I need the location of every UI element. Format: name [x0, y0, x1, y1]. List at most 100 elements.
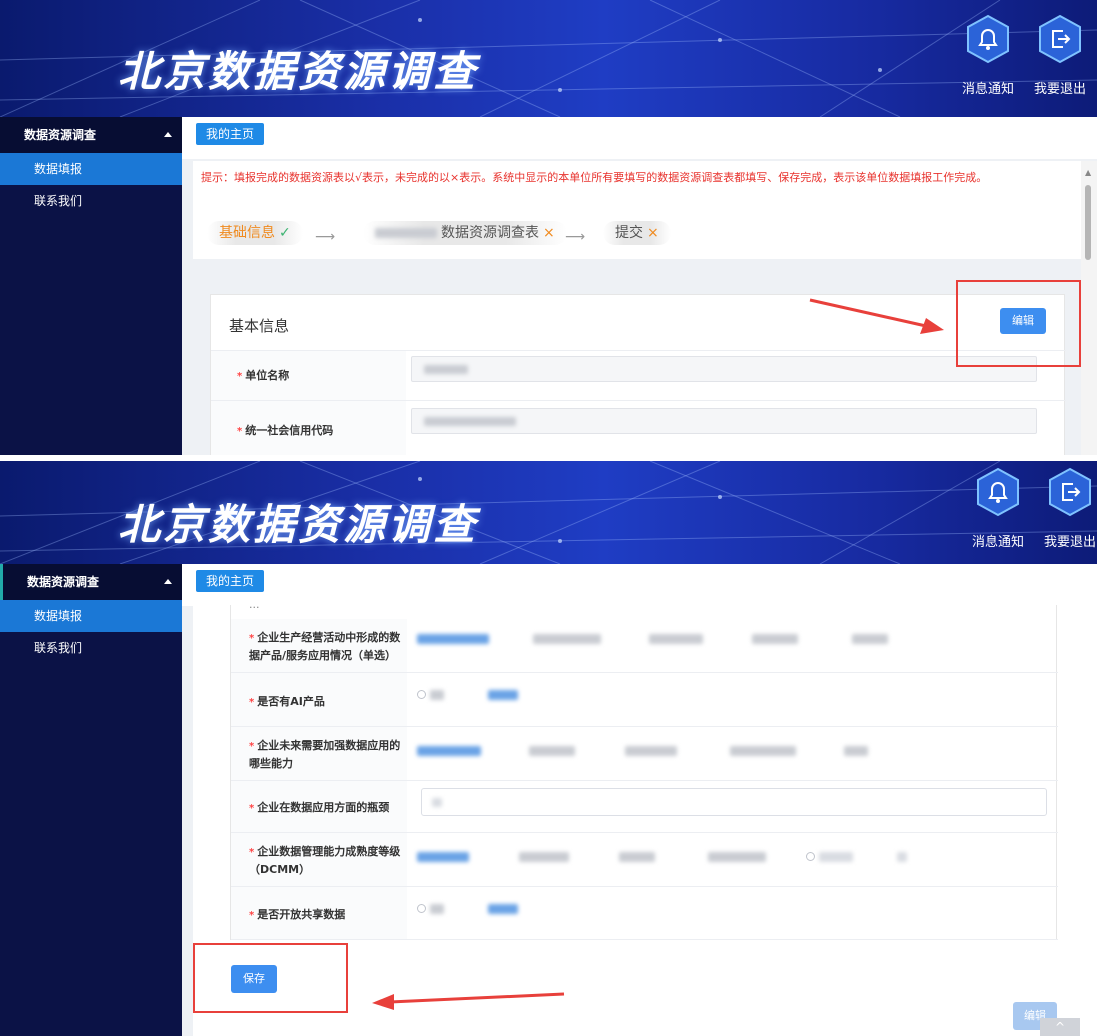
form-row-ai-product: * 是否有AI产品 — [231, 673, 1058, 727]
step-basic-info-label: 基础信息 — [219, 225, 275, 241]
open-share-options[interactable] — [417, 901, 518, 915]
redacted-text — [375, 228, 437, 238]
step-survey-table[interactable]: 数据资源调查表 × — [363, 221, 567, 245]
truncated-text: ··· — [249, 601, 260, 614]
redacted-option[interactable] — [897, 851, 908, 862]
required-mark: * — [249, 910, 255, 921]
redacted-option[interactable] — [624, 745, 677, 756]
redacted-option[interactable] — [532, 633, 601, 644]
sidebar-item-contact[interactable]: 联系我们 — [0, 632, 182, 664]
check-icon: ✓ — [279, 225, 291, 241]
redacted-text — [424, 417, 516, 426]
notify-button[interactable]: 消息通知 — [958, 14, 1018, 97]
radio-icon[interactable] — [417, 690, 426, 699]
field-label-unit-name: 单位名称 — [245, 369, 290, 382]
redacted-option[interactable] — [518, 851, 569, 862]
redacted-option[interactable] — [487, 689, 518, 700]
scrollbar-thumb[interactable] — [1085, 185, 1091, 260]
arrow-right-icon: ⟶ — [315, 229, 336, 245]
step-submit[interactable]: 提交 × — [603, 221, 671, 245]
notify-label: 消息通知 — [961, 82, 1014, 97]
notify-button[interactable]: 消息通知 — [968, 467, 1028, 550]
bottleneck-input[interactable] — [421, 788, 1047, 816]
dcmm-options[interactable] — [417, 849, 908, 863]
logout-button[interactable]: 我要退出 — [1040, 467, 1097, 550]
scrollbar-track[interactable] — [1081, 605, 1097, 1036]
field-label-capabilities: 企业未来需要加强数据应用的哪些能力 — [249, 739, 401, 770]
logout-label: 我要退出 — [1033, 82, 1086, 97]
step-survey-table-label: 数据资源调查表 — [441, 225, 539, 241]
step-basic-info[interactable]: 基础信息 ✓ — [207, 221, 303, 245]
redacted-option[interactable] — [708, 851, 767, 862]
app-title: 北京数据资源调查 — [118, 500, 479, 549]
unit-name-field[interactable] — [411, 356, 1037, 382]
form-label-cell: * 企业在数据应用方面的瓶颈 — [231, 781, 407, 832]
redacted-option[interactable] — [417, 633, 489, 644]
redacted-option[interactable] — [844, 745, 869, 756]
field-label-dcmm: 企业数据管理能力成熟度等级（DCMM） — [249, 845, 401, 876]
redacted-option[interactable] — [417, 851, 469, 862]
redacted-option[interactable] — [528, 745, 575, 756]
sidebar-item-contact[interactable]: 联系我们 — [0, 185, 182, 217]
capabilities-options[interactable] — [417, 743, 869, 757]
sidebar-section-survey[interactable]: 数据资源调查 — [0, 117, 182, 153]
sidebar: 数据资源调查 数据填报 联系我们 — [0, 117, 182, 455]
credit-code-field[interactable] — [411, 408, 1037, 434]
cross-icon: × — [543, 225, 555, 241]
redacted-option[interactable] — [430, 903, 444, 914]
field-label-open-share: 是否开放共享数据 — [257, 908, 346, 921]
tab-bar: 我的主页 — [182, 117, 1097, 159]
caret-up-icon — [164, 132, 172, 137]
tab-bar: 我的主页 — [182, 564, 1097, 606]
redacted-option[interactable] — [430, 689, 444, 700]
form-label-cell: * 企业生产经营活动中形成的数据产品/服务应用情况（单选） — [231, 619, 407, 672]
redacted-option[interactable] — [730, 745, 797, 756]
sidebar-item-data-entry[interactable]: 数据填报 — [0, 600, 182, 632]
field-label-bottleneck: 企业在数据应用方面的瓶颈 — [257, 801, 390, 814]
field-label-data-products: 企业生产经营活动中形成的数据产品/服务应用情况（单选） — [249, 631, 401, 662]
redacted-option[interactable] — [648, 633, 703, 644]
required-mark: * — [249, 697, 255, 708]
redacted-option[interactable] — [819, 851, 854, 862]
tab-home[interactable]: 我的主页 — [196, 570, 265, 592]
form-label-cell: * 是否开放共享数据 — [231, 887, 407, 939]
field-label-ai-product: 是否有AI产品 — [257, 695, 325, 708]
form-row-unit-name: * 单位名称 — [211, 350, 1066, 400]
required-mark: * — [249, 633, 255, 644]
app-title: 北京数据资源调查 — [118, 47, 479, 96]
header-banner: 北京数据资源调查 消息通知 我要退出 — [0, 0, 1097, 117]
required-mark: * — [237, 426, 243, 437]
tab-home[interactable]: 我的主页 — [196, 123, 265, 145]
form-label-cell: * 企业未来需要加强数据应用的哪些能力 — [231, 727, 407, 780]
redacted-option[interactable] — [852, 633, 889, 644]
data-products-options[interactable] — [417, 631, 889, 645]
notify-label: 消息通知 — [971, 535, 1024, 550]
logout-button[interactable]: 我要退出 — [1030, 14, 1090, 97]
form-row-open-share: * 是否开放共享数据 — [231, 887, 1058, 940]
highlight-box — [193, 943, 348, 1013]
back-to-top-button[interactable]: ^ — [1040, 1018, 1080, 1036]
form-row-capabilities: * 企业未来需要加强数据应用的哪些能力 — [231, 727, 1058, 781]
form-label-cell: * 单位名称 — [211, 351, 406, 400]
screenshot-top: 北京数据资源调查 消息通知 我要退出 数据资源调查 数据填报 联系我们 我的主页… — [0, 0, 1097, 455]
redacted-option[interactable] — [618, 851, 655, 862]
required-mark: * — [237, 371, 243, 382]
redacted-option[interactable] — [417, 745, 481, 756]
redacted-text — [432, 798, 442, 807]
ai-product-options[interactable] — [417, 687, 518, 701]
sidebar: 数据资源调查 数据填报 联系我们 — [0, 564, 182, 1036]
form-row-bottleneck: * 企业在数据应用方面的瓶颈 — [231, 781, 1058, 833]
form-row-dcmm: * 企业数据管理能力成熟度等级（DCMM） — [231, 833, 1058, 887]
redacted-option[interactable] — [487, 903, 518, 914]
caret-up-icon — [164, 579, 172, 584]
radio-icon[interactable] — [806, 852, 816, 861]
sidebar-section-survey[interactable]: 数据资源调查 — [0, 564, 182, 600]
sidebar-section-label: 数据资源调查 — [27, 575, 100, 589]
radio-icon[interactable] — [417, 904, 426, 913]
redacted-option[interactable] — [752, 633, 799, 644]
basic-info-title: 基本信息 — [229, 317, 290, 335]
sidebar-item-data-entry[interactable]: 数据填报 — [0, 153, 182, 185]
field-label-credit-code: 统一社会信用代码 — [245, 424, 334, 437]
redacted-text — [424, 365, 468, 374]
scroll-up-icon[interactable]: ▲ — [1085, 168, 1091, 177]
